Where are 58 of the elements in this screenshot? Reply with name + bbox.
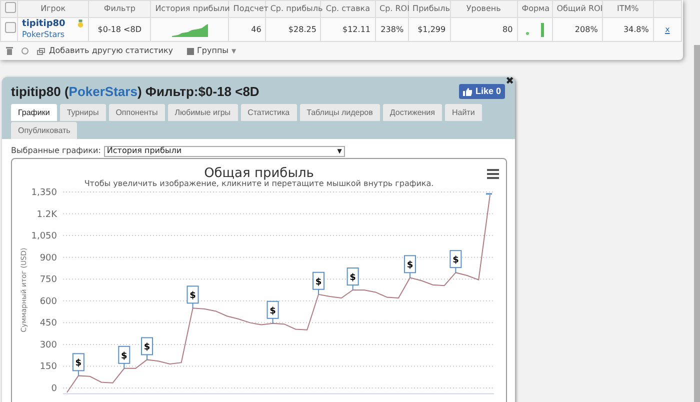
annotation: $ [121,351,128,362]
chart-subtitle: Чтобы увеличить изображение, кликните и перетащите мышкой внутрь графика. [84,179,434,188]
y-axis-tick-label: 450 [40,318,57,329]
award-icon [77,19,84,28]
panel-title: tipitip80 (PokerStars) Фильтр:$0-18 <8D [11,82,260,101]
trash-icon[interactable] [6,47,13,55]
table-cell: 208% [552,18,602,42]
tab[interactable]: Любимые игры [168,104,238,121]
table-cell: 80 [450,18,518,42]
tab[interactable]: Таблицы лидеров [300,104,380,121]
chart-title: Общая прибыль [204,166,314,181]
menu-icon[interactable] [487,169,499,179]
table-cell: $1,299 [408,18,450,42]
add-statistic-link[interactable]: Добавить другую статистику [49,45,174,57]
column-header[interactable]: Игрок [18,0,89,18]
y-axis-tick-label: 1,350 [31,188,57,198]
table-cell: $28.25 [266,18,321,42]
remove-link[interactable]: x [665,24,670,34]
like-button[interactable]: Like 0 [459,84,505,99]
y-axis-tick-label: 300 [40,340,57,350]
y-axis-tick-label: 900 [40,253,57,264]
tab[interactable]: Найти [444,104,482,121]
close-icon[interactable]: ✖ [506,77,514,87]
flag-marker-stem [486,193,492,195]
y-axis-tick-label: 0 [51,384,57,394]
annotation: $ [270,306,276,316]
checkbox[interactable] [5,22,16,33]
filter-cell: $0-18 <8D [88,18,151,42]
y-axis-tick-label: 600 [40,296,57,307]
annotation: $ [190,291,196,302]
tab[interactable]: Опубликовать [11,122,78,139]
table-cell: $12.11 [320,18,375,42]
annotation: $ [315,277,322,288]
annotation: $ [144,342,150,353]
table-cell: 46 [228,18,266,42]
checkbox[interactable] [5,2,16,12]
annotation: $ [75,358,82,369]
copy-icon [37,48,45,54]
y-axis-tick-label: 1,050 [31,232,57,242]
tab[interactable]: Графики [11,104,57,121]
annotation: $ [406,260,414,271]
y-axis-tick-label: 150 [40,362,57,372]
form-bar [540,22,544,36]
tab[interactable]: Достижения [382,104,442,121]
tab[interactable]: Статистика [240,104,297,121]
tab[interactable]: Оппоненты [108,104,165,121]
table-cell: 34.8% [602,18,654,42]
annotation: $ [350,273,356,283]
y-axis-tick-label: 750 [40,275,57,286]
player-name[interactable]: tipitip80 [22,19,66,30]
y-axis-tick-label: 1.2K [36,210,57,220]
thumbs-up-icon [463,88,472,96]
tab[interactable]: Турниры [60,104,106,121]
sparkline-chart [172,22,208,36]
table-cell: 238% [375,18,408,42]
site-link[interactable]: PokerStars [22,30,84,40]
chart-select-label: Выбранные графики: [11,145,101,157]
annotation: $ [452,256,459,266]
